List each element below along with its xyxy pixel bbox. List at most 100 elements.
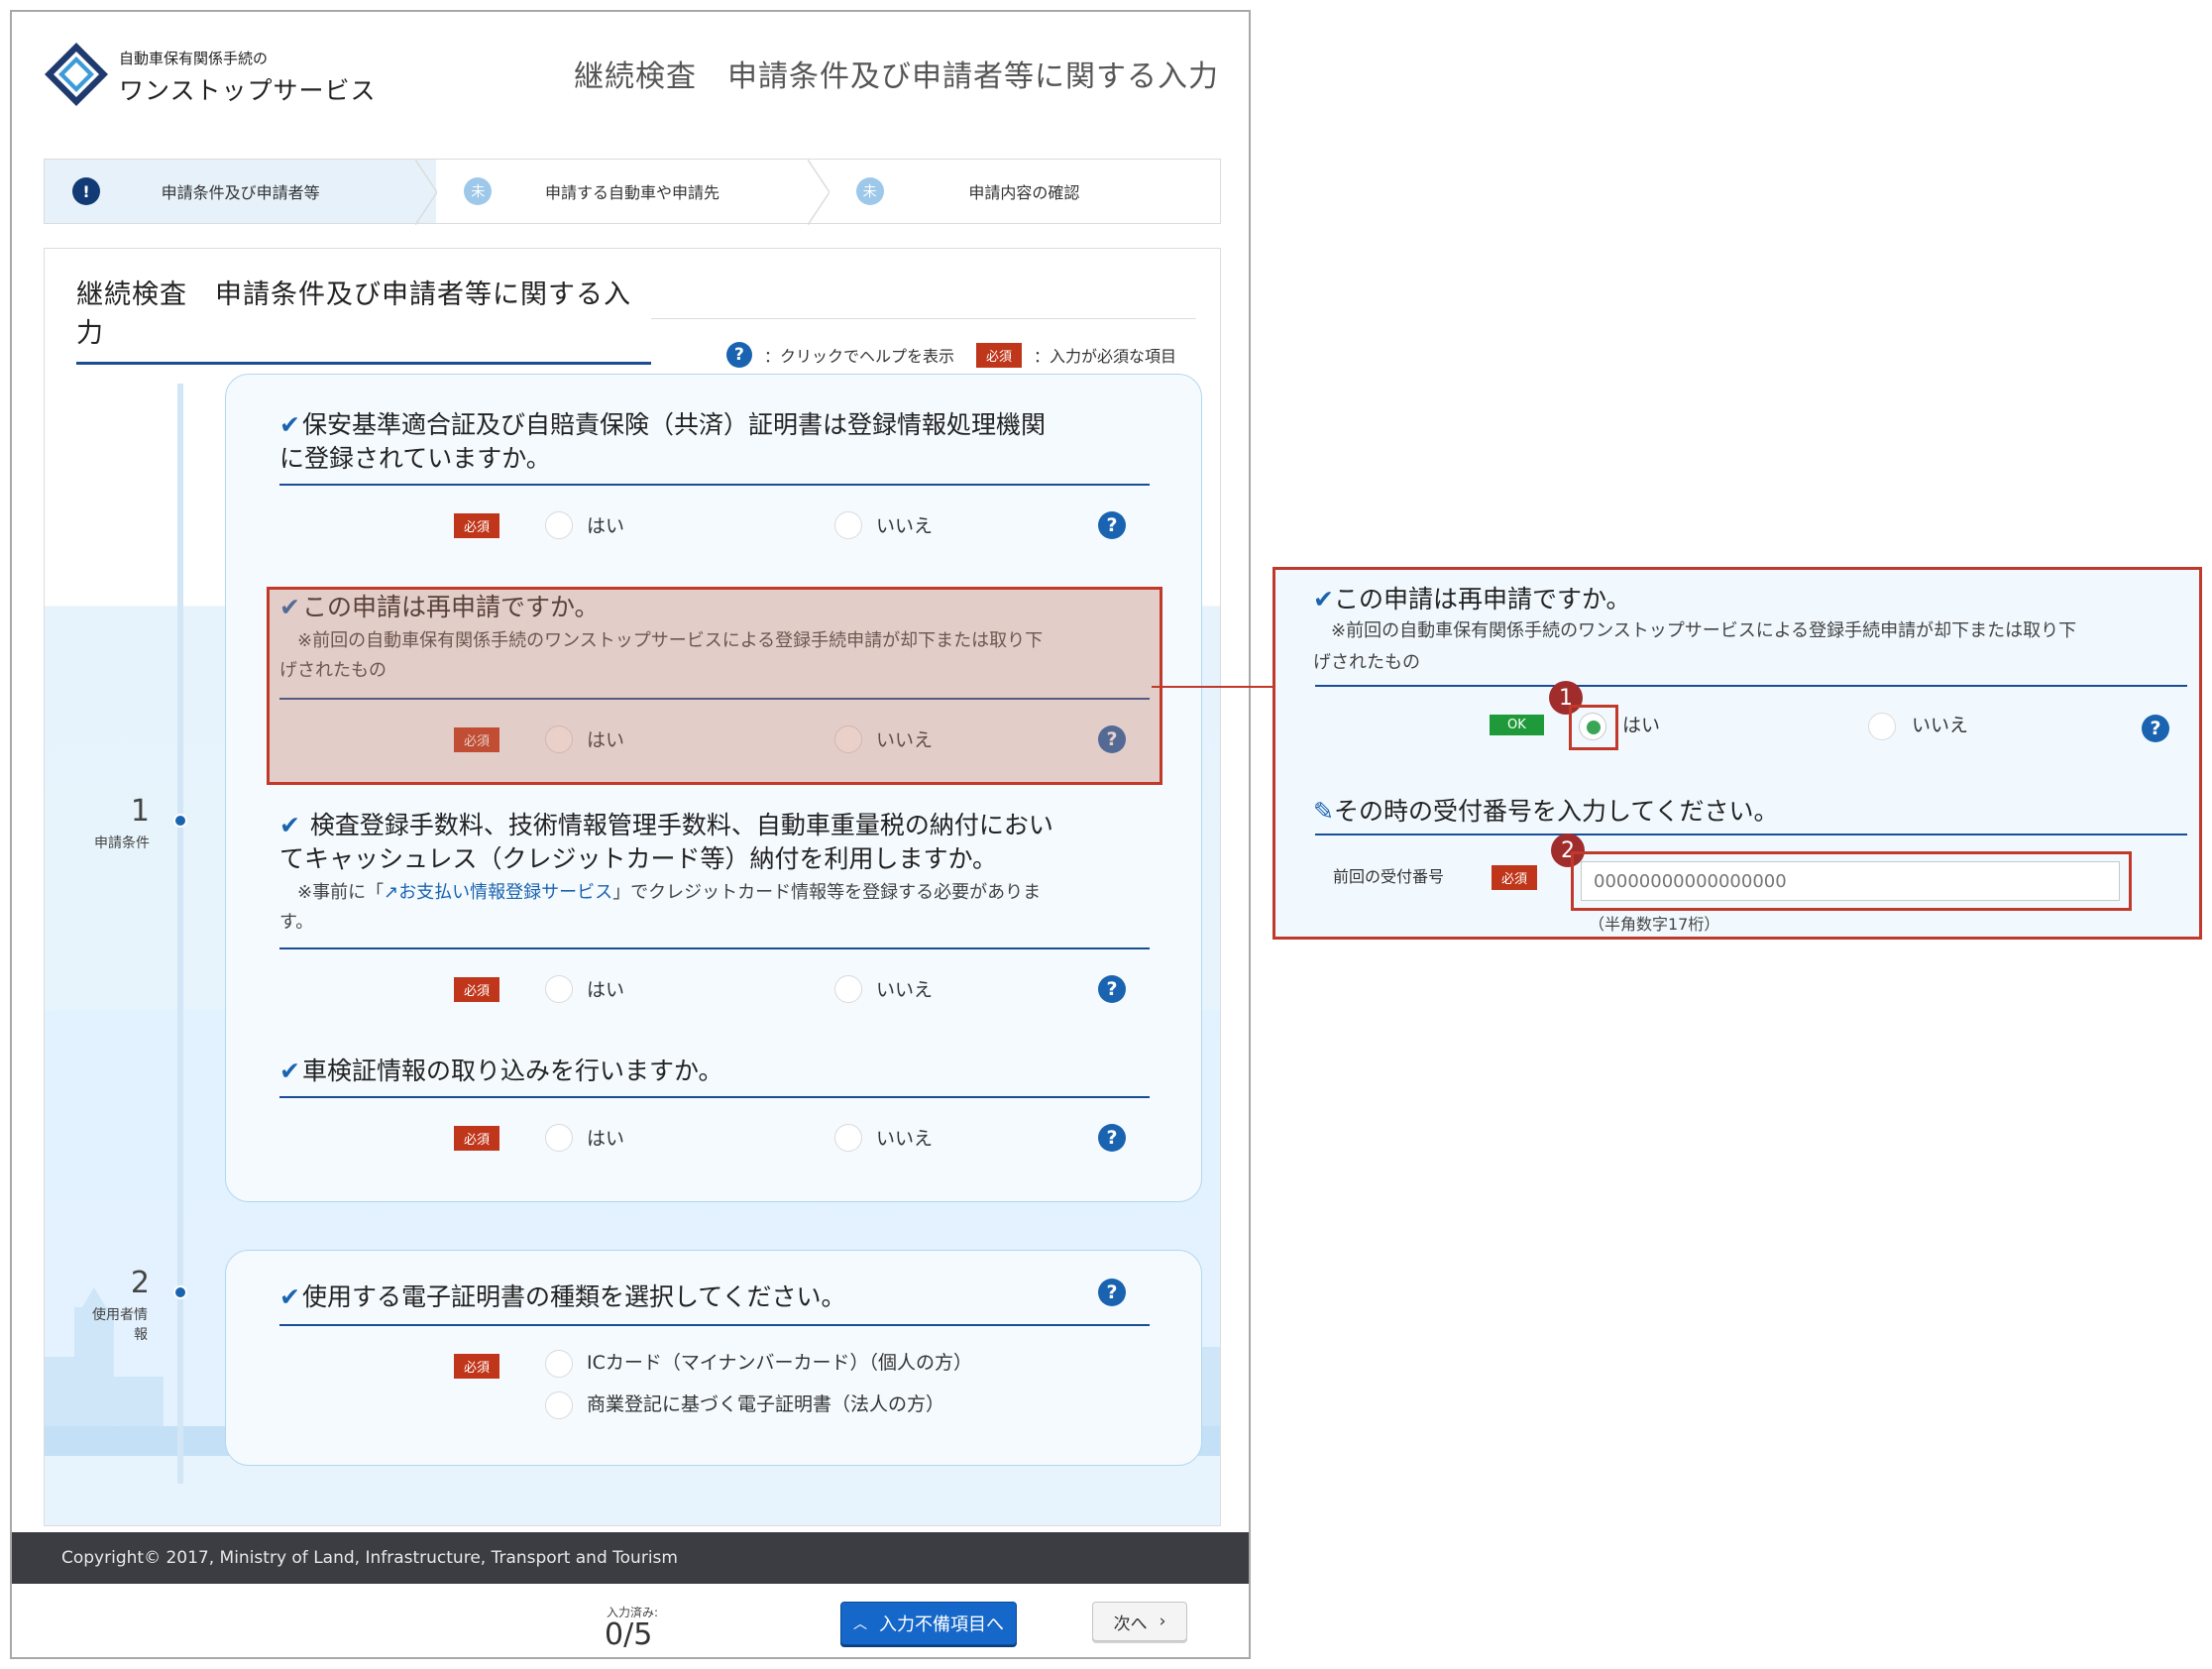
- no-radio[interactable]: [834, 975, 862, 1003]
- ic-card-radio[interactable]: [545, 1350, 573, 1378]
- annotation-box: [1571, 851, 2132, 911]
- app-window: 自動車保有関係手続の ワンストップサービス 継続検査 申請条件及び申請者等に関す…: [10, 10, 1251, 1659]
- question-4-title: ✔車検証情報の取り込みを行いますか。: [279, 1057, 723, 1085]
- question-3-note: ※事前に「↗お支払い情報登録サービス」でクレジットカード情報等を登録する必要があ…: [279, 882, 1042, 933]
- logo-subtitle: 自動車保有関係手続の: [119, 50, 269, 67]
- required-tag: 必須: [454, 1354, 500, 1379]
- divider: [1315, 834, 2187, 835]
- receipt-number-label: 前回の受付番号: [1333, 867, 1445, 886]
- step-1-label: 申請条件及び申請者等: [161, 183, 320, 202]
- zoom-question-title: ✔この申請は再申請ですか。: [1313, 585, 1631, 613]
- required-tag: 必須: [454, 1126, 500, 1151]
- step-3: 未 申請内容の確認: [829, 160, 1220, 223]
- question-3-title: ✔ 検査登録手数料、技術情報管理手数料、自動車重量税の納付におい てキャッシュレ…: [279, 811, 1053, 873]
- required-tag: 必須: [454, 977, 500, 1002]
- edit-icon: ✎: [1313, 797, 1334, 826]
- help-icon[interactable]: ?: [2142, 715, 2169, 742]
- question-card-user-info: ✔使用する電子証明書の種類を選択してください。 ? 必須 ICカード（マイナンバ…: [225, 1250, 1202, 1466]
- highlight-overlay: [267, 587, 1162, 785]
- yes-label: はい: [587, 1128, 625, 1150]
- yes-label: はい: [587, 515, 625, 537]
- app-header: 自動車保有関係手続の ワンストップサービス 継続検査 申請条件及び申請者等に関す…: [12, 12, 1249, 141]
- required-tag: 必須: [454, 513, 500, 538]
- no-radio[interactable]: [834, 511, 862, 539]
- timeline-number: 1: [130, 794, 150, 829]
- help-icon[interactable]: ?: [1098, 1279, 1126, 1306]
- question-1-answers: 必須 はい いいえ: [454, 507, 1148, 543]
- required-tag: 必須: [1492, 865, 1538, 890]
- divider: [279, 484, 1150, 486]
- content-panel: 継続検査 申請条件及び申請者等に関する入力 ? ：クリックでヘルプを表示 必須 …: [44, 248, 1221, 1526]
- logo-icon: [45, 43, 108, 106]
- chevron-right-icon: ›: [1159, 1612, 1166, 1631]
- timeline-dot: [173, 1285, 187, 1299]
- divider: [279, 947, 1150, 949]
- callout-connector: [1152, 686, 1272, 688]
- legend-required-text: ：入力が必須な項目: [1033, 347, 1176, 366]
- help-icon: ?: [725, 342, 752, 368]
- corporate-cert-radio[interactable]: [545, 1391, 573, 1419]
- yes-radio[interactable]: [545, 1124, 573, 1152]
- help-icon[interactable]: ?: [1098, 1124, 1126, 1152]
- timeline-line: [177, 384, 183, 1484]
- check-icon: ✔: [279, 1282, 300, 1311]
- chevron-up-icon: ︿: [853, 1616, 867, 1632]
- timeline-number: 2: [130, 1266, 150, 1300]
- progress-count: 0/5: [605, 1617, 653, 1652]
- todo-icon: 未: [855, 177, 884, 205]
- bottom-bar: 入力済み: 0/5 ︿ 入力不備項目へ 次へ ›: [12, 1584, 1249, 1657]
- question-4-answers: 必須 はい いいえ: [454, 1120, 1148, 1156]
- yes-radio-selected[interactable]: [1579, 713, 1606, 740]
- corporate-cert-label: 商業登記に基づく電子証明書（法人の方）: [587, 1393, 945, 1415]
- section-title: 継続検査 申請条件及び申請者等に関する入力: [76, 273, 651, 365]
- payment-service-link[interactable]: お支払い情報登録サービス: [398, 882, 612, 903]
- step-3-label: 申請内容の確認: [968, 183, 1080, 202]
- divider: [279, 1096, 1150, 1098]
- check-icon: ✔: [279, 410, 300, 439]
- step-2: 未 申請する自動車や申請先: [436, 160, 830, 225]
- alert-icon: !: [72, 177, 100, 205]
- help-icon[interactable]: ?: [1098, 975, 1126, 1003]
- timeline-dot: [173, 814, 187, 828]
- yes-label: はい: [1622, 715, 1661, 736]
- ok-tag: OK: [1490, 715, 1544, 735]
- no-radio[interactable]: [834, 1124, 862, 1152]
- question-5-title: ✔使用する電子証明書の種類を選択してください。: [279, 1282, 846, 1311]
- zoom-question-note: ※前回の自動車保有関係手続のワンストップサービスによる登録手続申請が却下または取…: [1313, 620, 2077, 673]
- stage: 自動車保有関係手続の ワンストップサービス 継続検査 申請条件及び申請者等に関す…: [0, 0, 2212, 1669]
- help-icon[interactable]: ?: [1098, 511, 1126, 539]
- divider: [651, 318, 1196, 319]
- no-label: いいえ: [876, 979, 934, 1001]
- copyright-bar: Copyright© 2017, Ministry of Land, Infra…: [12, 1532, 1249, 1584]
- question-card-conditions: ✔保安基準適合証及び自賠責保険（共済）証明書は登録情報処理機関 に登録されていま…: [225, 374, 1202, 1202]
- no-label: いいえ: [876, 515, 934, 537]
- go-to-missing-button[interactable]: ︿ 入力不備項目へ: [840, 1602, 1017, 1645]
- step-separator: [807, 160, 830, 225]
- no-label: いいえ: [1912, 715, 1969, 736]
- question-3-answers: 必須 はい いいえ: [454, 971, 1148, 1007]
- timeline-label: 使用者情報: [92, 1307, 148, 1343]
- page-title: 継続検査 申請条件及び申請者等に関する入力: [574, 59, 1219, 94]
- check-icon: ✔: [279, 811, 300, 839]
- divider: [1315, 685, 2187, 687]
- logo-title: ワンストップサービス: [119, 76, 377, 105]
- ic-card-label: ICカード（マイナンバーカード）（個人の方）: [587, 1352, 972, 1374]
- no-label: いいえ: [876, 1128, 934, 1150]
- legend-help-text: ：クリックでヘルプを表示: [763, 347, 954, 366]
- check-icon: ✔: [1313, 585, 1334, 613]
- next-button[interactable]: 次へ ›: [1092, 1602, 1187, 1641]
- legend: ? ：クリックでヘルプを表示 必須 ：入力が必須な項目: [725, 342, 1176, 368]
- divider: [279, 1324, 1150, 1326]
- step-1: ! 申請条件及び申請者等: [45, 160, 438, 225]
- step-2-label: 申請する自動車や申請先: [544, 183, 719, 202]
- zoom-callout-panel: ✔この申請は再申請ですか。 ※前回の自動車保有関係手続のワンストップサービスによ…: [1272, 567, 2202, 940]
- yes-radio[interactable]: [545, 511, 573, 539]
- timeline-label: 申請条件: [94, 835, 150, 851]
- yes-radio[interactable]: [545, 975, 573, 1003]
- receipt-number-hint: （半角数字17桁）: [1589, 915, 1720, 934]
- question-1-title: ✔保安基準適合証及び自賠責保険（共済）証明書は登録情報処理機関 に登録されていま…: [279, 410, 1046, 473]
- step-separator: [415, 160, 438, 225]
- yes-label: はい: [587, 979, 625, 1001]
- progress-stepper: ! 申請条件及び申請者等 未 申請する自動車や申請先 未 申請内容の確認: [44, 159, 1221, 225]
- no-radio[interactable]: [1868, 713, 1896, 740]
